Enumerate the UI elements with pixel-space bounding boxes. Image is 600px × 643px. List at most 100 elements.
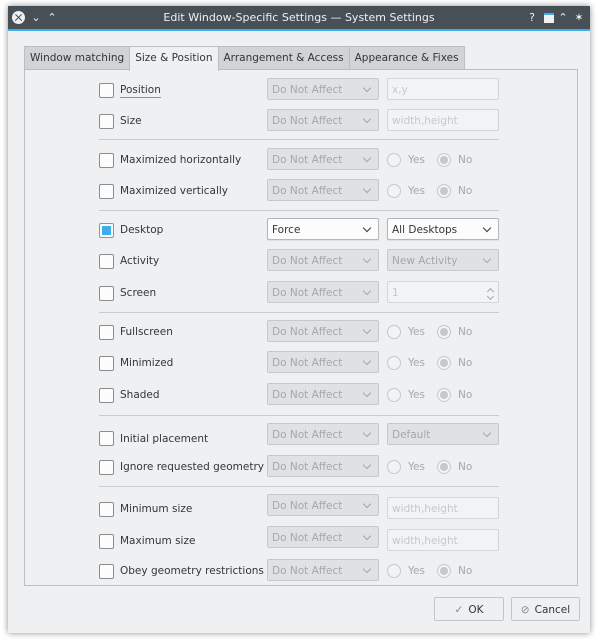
pin-icon[interactable]: ✶ [574,6,584,29]
yes-radio[interactable] [387,184,401,198]
activity-policy-combo[interactable]: Do Not Affect [267,249,379,271]
position-input[interactable]: x,y [387,78,499,100]
maximum-size-input[interactable]: width,height [387,529,499,551]
tab-window-matching[interactable]: Window matching [24,46,131,69]
maximum-size-checkbox[interactable] [99,534,114,549]
size-input[interactable]: width,height [387,109,499,131]
no-radio[interactable] [437,184,451,198]
maximized-vertically-checkbox[interactable] [99,184,114,199]
activity-select[interactable]: New Activity [387,249,499,271]
ignore-geometry-policy-combo[interactable]: Do Not Affect [267,455,379,477]
dialog-window: ⌄ ⌃ Edit Window-Specific Settings — Syst… [8,6,590,633]
minimum-size-input[interactable]: width,height [387,497,499,519]
combo-value: All Desktops [392,224,458,236]
screen-label: Screen [120,287,157,299]
yes-label: Yes [408,389,425,401]
no-radio[interactable] [437,564,451,578]
position-policy-combo[interactable]: Do Not Affect [267,78,379,100]
tab-bar: Window matching Size & Position Arrangem… [24,46,465,71]
no-radio[interactable] [437,325,451,339]
size-checkbox[interactable] [99,114,114,129]
fullscreen-checkbox[interactable] [99,325,114,340]
obey-geometry-policy-combo[interactable]: Do Not Affect [267,559,379,581]
combo-value: Do Not Affect [272,255,343,267]
ok-label: OK [468,604,484,616]
maximized-horizontally-checkbox[interactable] [99,153,114,168]
ignore-geometry-checkbox[interactable] [99,460,114,475]
combo-value: Do Not Affect [272,84,343,96]
chevron-down-icon [362,83,372,93]
combo-value: Default [392,429,431,441]
minimized-checkbox[interactable] [99,356,114,371]
no-radio[interactable] [437,153,451,167]
tab-size-position[interactable]: Size & Position [129,46,219,71]
rule-row-maximum-size: Maximum size Do Not Affect width,height [25,526,577,551]
chevron-down-icon [362,184,372,194]
minimum-size-label: Minimum size [120,503,193,515]
chevron-down-icon [362,499,372,509]
rule-row-ignore-geometry: Ignore requested geometry Do Not Affect … [25,455,577,479]
help-icon[interactable]: ? [527,6,537,29]
yes-label: Yes [408,565,425,577]
combo-value: Do Not Affect [272,357,343,369]
size-policy-combo[interactable]: Do Not Affect [267,109,379,131]
chevron-down-icon [362,286,372,296]
shaded-checkbox[interactable] [99,388,114,403]
screen-checkbox[interactable] [99,286,114,301]
rule-row-screen: Screen Do Not Affect 1 [25,281,577,305]
yes-radio[interactable] [387,388,401,402]
cancel-button[interactable]: ⊘ Cancel [511,597,580,621]
maximized-horizontally-label: Maximized horizontally [120,154,242,166]
screen-spinbox[interactable]: 1 [387,281,499,303]
desktop-policy-combo[interactable]: Force [267,218,379,240]
minimum-size-checkbox[interactable] [99,502,114,517]
cancel-label: Cancel [534,604,571,616]
maximized-horizontally-policy-combo[interactable]: Do Not Affect [267,148,379,170]
position-checkbox[interactable] [99,83,114,98]
maximum-size-label: Maximum size [120,535,196,547]
tab-arrangement-access[interactable]: Arrangement & Access [217,46,350,69]
fullscreen-policy-combo[interactable]: Do Not Affect [267,320,379,342]
initial-placement-checkbox[interactable] [99,431,114,446]
activity-checkbox[interactable] [99,254,114,269]
screen-policy-combo[interactable]: Do Not Affect [267,281,379,303]
yes-radio[interactable] [387,356,401,370]
placement-select[interactable]: Default [387,423,499,445]
yes-radio[interactable] [387,325,401,339]
no-radio[interactable] [437,460,451,474]
combo-value: Do Not Affect [272,326,343,338]
desktop-label: Desktop [120,224,164,236]
maximum-size-policy-combo[interactable]: Do Not Affect [267,526,379,548]
window-menu-icon[interactable] [543,6,554,29]
combo-value: Do Not Affect [272,565,343,577]
separator [99,139,499,140]
ok-button[interactable]: ✓ OK [434,597,504,621]
tab-appearance-fixes[interactable]: Appearance & Fixes [348,46,465,69]
maximized-vertically-policy-combo[interactable]: Do Not Affect [267,179,379,201]
yes-radio[interactable] [387,153,401,167]
minimized-policy-combo[interactable]: Do Not Affect [267,351,379,373]
yes-radio[interactable] [387,564,401,578]
no-radio[interactable] [437,388,451,402]
desktop-select[interactable]: All Desktops [387,218,499,240]
yes-radio[interactable] [387,460,401,474]
keep-above-icon[interactable]: ⌃ [558,6,568,29]
combo-value: Do Not Affect [272,185,343,197]
yes-label: Yes [408,461,425,473]
shaded-label: Shaded [120,389,160,401]
spin-down-icon[interactable] [486,292,495,301]
initial-placement-label: Initial placement [120,433,209,445]
desktop-checkbox[interactable] [99,223,114,238]
obey-geometry-checkbox[interactable] [99,564,114,579]
rule-row-maximized-horizontally: Maximized horizontally Do Not Affect Yes… [25,148,577,172]
no-label: No [458,185,473,197]
shaded-policy-combo[interactable]: Do Not Affect [267,383,379,405]
minimum-size-policy-combo[interactable]: Do Not Affect [267,494,379,516]
chevron-down-icon [482,254,492,264]
combo-value: Do Not Affect [272,115,343,127]
combo-value: Force [272,224,301,236]
no-label: No [458,357,473,369]
no-radio[interactable] [437,356,451,370]
initial-placement-policy-combo[interactable]: Do Not Affect [267,423,379,445]
chevron-down-icon [482,428,492,438]
